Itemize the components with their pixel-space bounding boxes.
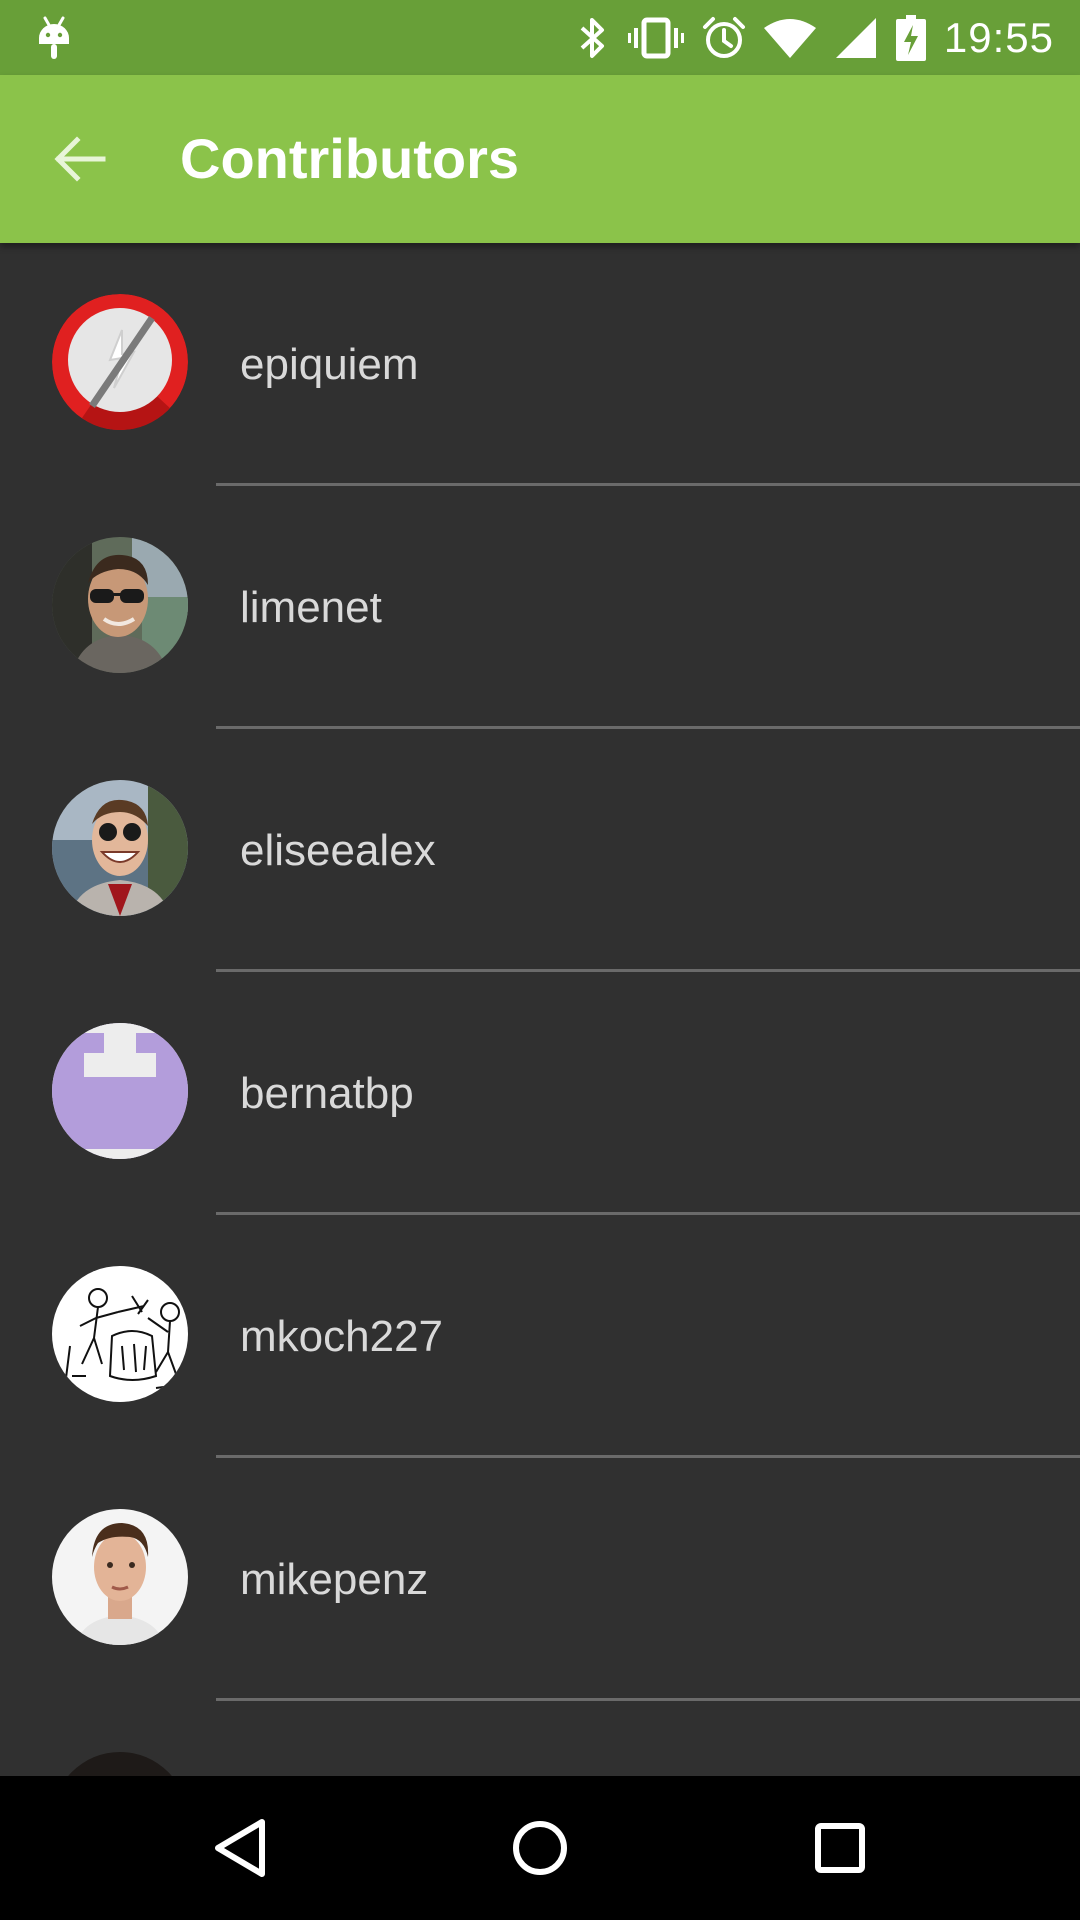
- list-item[interactable]: eliseealex: [0, 729, 1080, 972]
- photo-avatar-smiling: [52, 780, 188, 916]
- avatar: [52, 1023, 188, 1159]
- contributor-name: eliseealex: [240, 826, 436, 875]
- bluetooth-icon: [580, 17, 604, 58]
- alarm-icon: [702, 16, 745, 58]
- wifi-icon: [763, 18, 816, 58]
- back-button[interactable]: [40, 119, 120, 199]
- purple-identicon-avatar: [52, 1023, 188, 1159]
- cell-signal-icon: [835, 17, 876, 58]
- vibrate-icon: [627, 17, 684, 58]
- avatar: [52, 1266, 188, 1402]
- dark-photo-avatar: [52, 1752, 188, 1776]
- list-item[interactable]: bernatbp: [0, 972, 1080, 1215]
- photo-avatar-portrait: [52, 1509, 188, 1645]
- page-title: Contributors: [180, 127, 520, 190]
- avatar: [52, 294, 188, 430]
- nav-home-button[interactable]: [490, 1798, 590, 1898]
- back-triangle-icon: [215, 1819, 265, 1877]
- list-item[interactable]: epiquiem: [0, 243, 1080, 486]
- android-icon: [39, 16, 69, 59]
- navigation-bar: [0, 1776, 1080, 1920]
- battery-charging-icon: [895, 14, 926, 61]
- list-item[interactable]: [0, 1701, 1080, 1776]
- contributor-name: mkoch227: [240, 1312, 444, 1361]
- contributor-name: mikepenz: [240, 1555, 429, 1604]
- photo-avatar-sunglasses: [52, 537, 188, 673]
- nav-recents-button[interactable]: [790, 1798, 890, 1898]
- status-icons: 19:55: [576, 0, 1054, 75]
- avatar: [52, 537, 188, 673]
- list-item[interactable]: limenet: [0, 486, 1080, 729]
- arrow-back-icon: [54, 136, 106, 182]
- recents-square-icon: [815, 1823, 865, 1873]
- avatar: [52, 1752, 188, 1776]
- list-item[interactable]: mkoch227: [0, 1215, 1080, 1458]
- nav-back-button[interactable]: [190, 1798, 290, 1898]
- no-lightning-logo-avatar: [52, 294, 188, 430]
- status-bar: 19:55: [0, 0, 1080, 75]
- avatar: [52, 1509, 188, 1645]
- sketch-drawing-avatar: [52, 1266, 188, 1402]
- avatar: [52, 780, 188, 916]
- contributor-name: epiquiem: [240, 340, 419, 389]
- status-time: 19:55: [943, 13, 1054, 61]
- app-bar: Contributors: [0, 75, 1080, 243]
- list-item[interactable]: mikepenz: [0, 1458, 1080, 1701]
- contributors-list[interactable]: epiquiem limenet eliseealex bernatbp mko…: [0, 243, 1080, 1776]
- contributor-name: limenet: [240, 583, 382, 632]
- home-circle-icon: [513, 1821, 567, 1875]
- contributor-name: bernatbp: [240, 1069, 414, 1118]
